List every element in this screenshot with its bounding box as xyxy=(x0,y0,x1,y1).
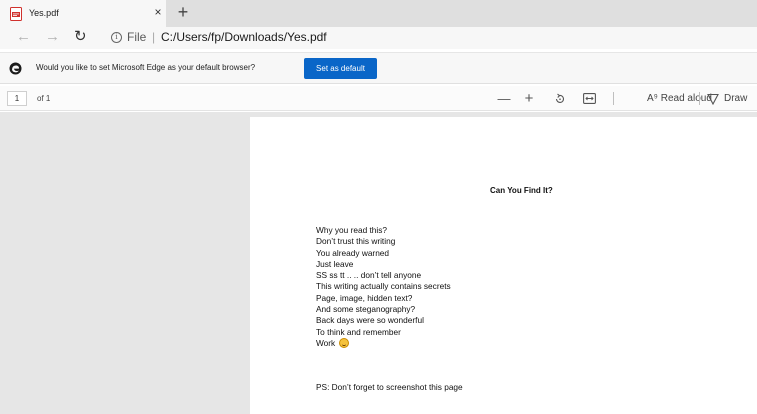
smiling-face-icon xyxy=(338,337,349,348)
infobar-message: Would you like to set Microsoft Edge as … xyxy=(36,63,256,72)
document-line: This writing actually contains secrets xyxy=(316,281,451,292)
new-tab-button[interactable]: + xyxy=(175,3,191,21)
tab-title: Yes.pdf xyxy=(29,8,59,18)
document-body: Why you read this? Don’t trust this writ… xyxy=(316,225,451,349)
read-aloud-button[interactable]: A⁹ Read aloud xyxy=(647,93,712,104)
refresh-icon[interactable]: ↻ xyxy=(74,28,87,46)
page-total: of 1 xyxy=(37,94,51,103)
toolbar-divider xyxy=(699,92,700,105)
document-line: To think and remember xyxy=(316,326,401,337)
document-line: Why you read this? xyxy=(316,225,388,235)
document-line: Don’t trust this writing xyxy=(316,236,396,247)
default-browser-infobar: Would you like to set Microsoft Edge as … xyxy=(0,52,757,84)
address-separator: | xyxy=(152,30,156,44)
tab-close-icon[interactable]: × xyxy=(152,6,164,18)
fit-page-icon xyxy=(582,93,596,104)
fit-page-button[interactable] xyxy=(581,90,597,107)
edge-logo-icon xyxy=(9,62,22,75)
navigation-bar: ← → ↻ i File | C:/Users/fp/Downloads/Yes… xyxy=(0,27,757,49)
document-postscript: PS: Don’t forget to screenshot this page xyxy=(316,382,463,392)
pdf-viewer[interactable]: Can You Find It? Why you read this? Don’… xyxy=(0,112,757,414)
rotate-button[interactable] xyxy=(552,90,568,107)
zoom-in-button[interactable]: + xyxy=(522,90,536,107)
document-line: And some steganography? xyxy=(316,304,416,315)
tab-yes-pdf[interactable]: Yes.pdf × xyxy=(0,0,166,27)
address-url[interactable]: C:/Users/fp/Downloads/Yes.pdf xyxy=(161,30,327,44)
forward-arrow-icon[interactable]: → xyxy=(45,29,60,45)
document-line: You already warned xyxy=(316,247,390,258)
draw-label[interactable]: Draw xyxy=(724,93,747,104)
document-line: Page, image, hidden text? xyxy=(316,292,413,303)
document-line: SS ss tt .. .. don’t tell anyone xyxy=(316,270,422,281)
pdf-file-icon xyxy=(10,7,22,21)
document-line-work: Work xyxy=(316,337,451,349)
page-number-input[interactable]: 1 xyxy=(7,91,27,106)
pdf-page: Can You Find It? Why you read this? Don’… xyxy=(250,117,757,414)
zoom-out-button[interactable]: — xyxy=(497,90,511,107)
tab-strip: Yes.pdf × + xyxy=(0,0,757,27)
rotate-icon xyxy=(555,93,564,103)
document-line-text: Work xyxy=(316,337,336,348)
back-arrow-icon[interactable]: ← xyxy=(16,29,31,45)
address-scheme[interactable]: File xyxy=(127,30,146,44)
set-as-default-button[interactable]: Set as default xyxy=(304,58,377,79)
pdf-toolbar: 1 of 1 — + A⁹ Read aloud Draw xyxy=(0,86,757,111)
document-title: Can You Find It? xyxy=(490,186,553,195)
toolbar-divider xyxy=(613,92,614,105)
document-line: Back days were so wonderful xyxy=(316,315,424,326)
info-circle-icon[interactable]: i xyxy=(111,32,122,43)
draw-button[interactable] xyxy=(706,90,720,107)
document-line: Just leave xyxy=(316,258,354,269)
draw-pen-icon xyxy=(707,93,719,106)
